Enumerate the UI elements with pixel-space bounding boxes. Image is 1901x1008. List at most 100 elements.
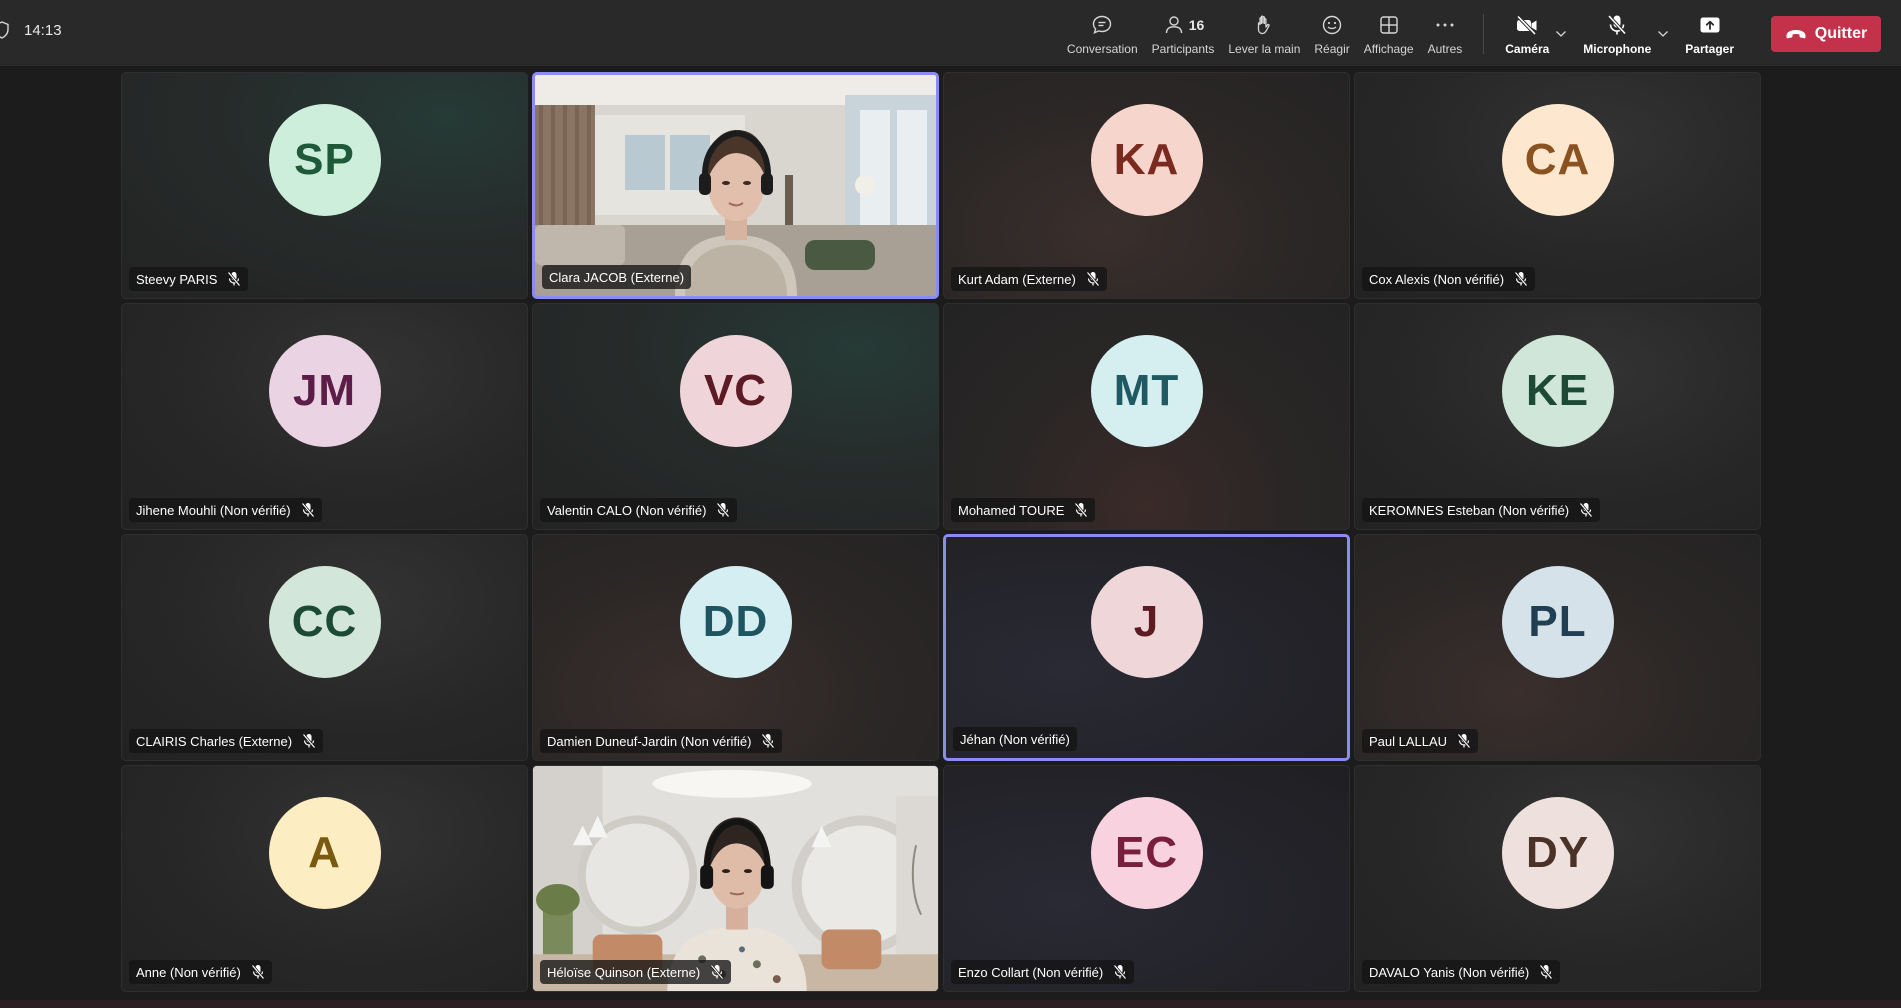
share-icon	[1700, 17, 1720, 33]
participant-tile[interactable]: KE KEROMNES Esteban (Non vérifié)	[1354, 303, 1761, 530]
mic-off-icon	[227, 271, 241, 287]
mic-off-icon	[710, 964, 724, 980]
camera-off-icon	[1517, 15, 1537, 36]
view-button[interactable]: Affichage	[1357, 0, 1421, 67]
participant-name: Paul LALLAU	[1369, 733, 1448, 749]
meeting-clock: 14:13	[24, 21, 62, 39]
leave-meeting-button[interactable]: Quitter	[1771, 15, 1881, 52]
participant-name: Anne (Non vérifié)	[136, 964, 241, 980]
participant-video	[535, 75, 936, 296]
chat-button[interactable]: Conversation	[1060, 0, 1145, 67]
raise-hand-icon	[1258, 15, 1271, 35]
mic-off-icon	[1086, 271, 1100, 287]
share-button[interactable]: Partager	[1678, 0, 1741, 67]
avatar: KA	[1090, 103, 1203, 216]
chevron-down-icon	[1658, 30, 1669, 37]
participant-name: Enzo Collart (Non vérifié)	[958, 964, 1104, 980]
avatar: CA	[1501, 103, 1614, 216]
participant-tile[interactable]: CA Cox Alexis (Non vérifié)	[1354, 72, 1761, 299]
participants-button[interactable]: 16 Participants	[1145, 0, 1222, 67]
participant-tile[interactable]: PL Paul LALLAU	[1354, 534, 1761, 761]
participant-tile-speaking[interactable]: J Jéhan (Non vérifié)	[943, 534, 1350, 761]
toolbar-actions: Conversation 16 Participants Lever la ma…	[1060, 0, 1881, 67]
participant-tile-video[interactable]: Héloïse Quinson (Externe)	[532, 765, 939, 992]
participant-grid: SP Steevy PARIS Clara JACOB (Externe) KA…	[121, 72, 1761, 992]
participant-tile[interactable]: A Anne (Non vérifié)	[121, 765, 528, 992]
participant-name-tag: Steevy PARIS	[129, 267, 249, 291]
participant-name-tag: Cox Alexis (Non vérifié)	[1362, 267, 1536, 291]
mic-off-icon	[1514, 271, 1528, 287]
react-label: Réagir	[1314, 42, 1350, 56]
participant-tile[interactable]: JM Jihene Mouhli (Non vérifié)	[121, 303, 528, 530]
avatar: JM	[268, 334, 381, 447]
participant-name-tag: Mohamed TOURE	[951, 498, 1096, 522]
participant-name: Damien Duneuf-Jardin (Non vérifié)	[547, 733, 752, 749]
participant-tile[interactable]: KA Kurt Adam (Externe)	[943, 72, 1350, 299]
raise-hand-button[interactable]: Lever la main	[1221, 0, 1307, 67]
meeting-info: 14:13	[0, 21, 62, 39]
mic-off-icon	[251, 964, 265, 980]
camera-label: Caméra	[1505, 42, 1550, 56]
participant-tile[interactable]: SP Steevy PARIS	[121, 72, 528, 299]
mic-off-icon	[761, 733, 775, 749]
microphone-button[interactable]: Microphone	[1576, 0, 1658, 67]
participant-tile[interactable]: DD Damien Duneuf-Jardin (Non vérifié)	[532, 534, 939, 761]
participant-name: Valentin CALO (Non vérifié)	[547, 502, 707, 518]
participant-video	[533, 766, 938, 991]
participant-name: Steevy PARIS	[136, 271, 218, 287]
chat-icon	[1093, 15, 1112, 35]
camera-options-chevron[interactable]	[1552, 0, 1570, 67]
participant-name-tag: Clara JACOB (Externe)	[542, 265, 692, 289]
avatar: EC	[1090, 796, 1203, 909]
participant-name: CLAIRIS Charles (Externe)	[136, 733, 293, 749]
microphone-options-chevron[interactable]	[1654, 0, 1672, 67]
microphone-off-icon	[1608, 14, 1627, 35]
avatar: VC	[679, 334, 792, 447]
avatar: PL	[1501, 565, 1614, 678]
avatar: DY	[1501, 796, 1614, 909]
more-label: Autres	[1427, 42, 1463, 56]
participant-name-tag: Enzo Collart (Non vérifié)	[951, 960, 1135, 984]
people-icon	[1165, 16, 1182, 34]
toolbar-divider	[1483, 13, 1485, 54]
camera-button[interactable]: Caméra	[1498, 0, 1556, 67]
mic-off-icon	[1113, 964, 1127, 980]
chevron-down-icon	[1556, 30, 1567, 37]
shield-icon	[0, 21, 9, 39]
participant-name-tag: CLAIRIS Charles (Externe)	[129, 729, 324, 753]
leave-label: Quitter	[1814, 24, 1868, 42]
participant-tile[interactable]: EC Enzo Collart (Non vérifié)	[943, 765, 1350, 992]
avatar: DD	[679, 565, 792, 678]
mic-off-icon	[1074, 502, 1088, 518]
react-icon	[1322, 15, 1342, 35]
chat-label: Conversation	[1066, 42, 1138, 56]
participant-name: Héloïse Quinson (Externe)	[547, 964, 701, 980]
mic-off-icon	[1457, 733, 1471, 749]
avatar: MT	[1090, 334, 1203, 447]
participant-name: Cox Alexis (Non vérifié)	[1369, 271, 1505, 287]
meeting-stage: SP Steevy PARIS Clara JACOB (Externe) KA…	[0, 67, 1901, 1008]
participant-tile[interactable]: VC Valentin CALO (Non vérifié)	[532, 303, 939, 530]
participant-name: Mohamed TOURE	[958, 502, 1065, 518]
participant-tile[interactable]: MT Mohamed TOURE	[943, 303, 1350, 530]
participant-name-tag: Valentin CALO (Non vérifié)	[540, 498, 738, 522]
participant-name-tag: Kurt Adam (Externe)	[951, 267, 1107, 291]
mic-off-icon	[716, 502, 730, 518]
participant-name: Jihene Mouhli (Non vérifié)	[136, 502, 291, 518]
participant-tile-video[interactable]: Clara JACOB (Externe)	[532, 72, 939, 299]
participant-tile[interactable]: CC CLAIRIS Charles (Externe)	[121, 534, 528, 761]
participant-name-tag: Jihene Mouhli (Non vérifié)	[129, 498, 322, 522]
view-icon	[1379, 16, 1398, 34]
participant-name-tag: Jéhan (Non vérifié)	[953, 727, 1077, 751]
participant-name: Kurt Adam (Externe)	[958, 271, 1076, 287]
participant-name-tag: Anne (Non vérifié)	[129, 960, 272, 984]
avatar: J	[1090, 565, 1203, 678]
participant-tile[interactable]: DY DAVALO Yanis (Non vérifié)	[1354, 765, 1761, 992]
participant-name: Jéhan (Non vérifié)	[960, 731, 1070, 747]
more-button[interactable]: Autres	[1421, 0, 1470, 67]
avatar: A	[268, 796, 381, 909]
participant-name: KEROMNES Esteban (Non vérifié)	[1369, 502, 1570, 518]
react-button[interactable]: Réagir	[1307, 0, 1356, 67]
raise-hand-label: Lever la main	[1228, 42, 1301, 56]
meeting-toolbar: 14:13 Conversation 16 Participants Lever…	[0, 0, 1901, 67]
